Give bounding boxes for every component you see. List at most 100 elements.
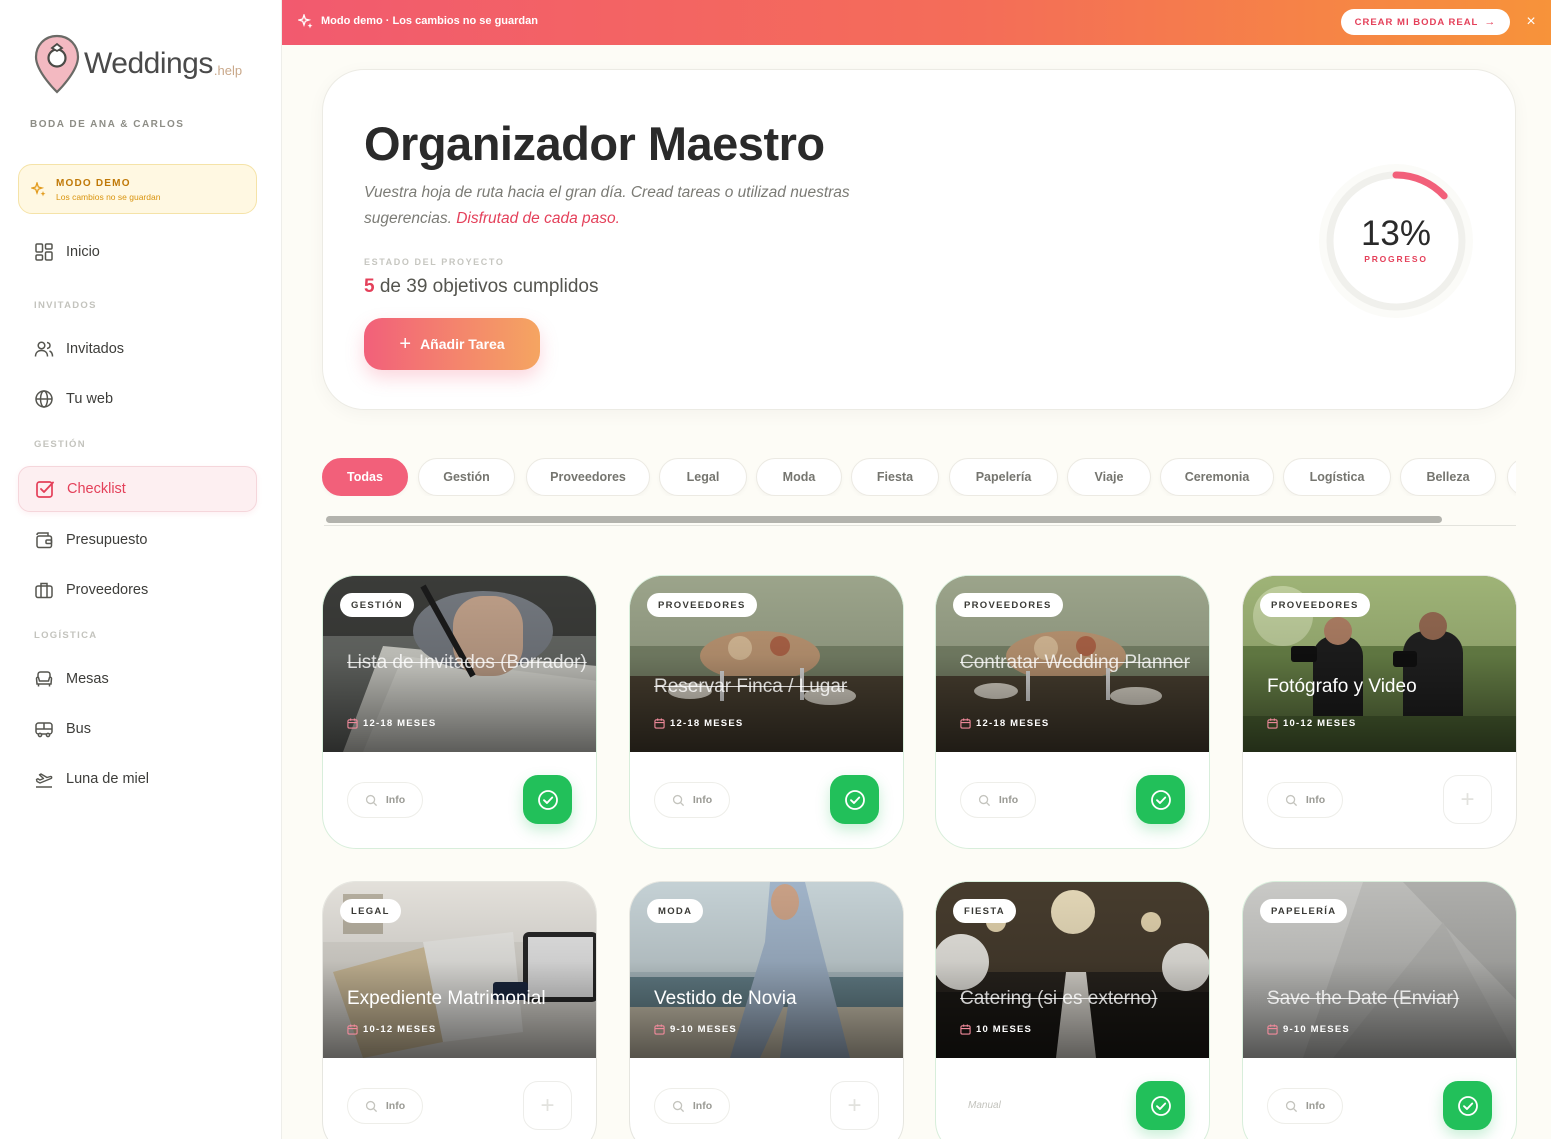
complete-toggle-button[interactable]: + xyxy=(1443,775,1492,824)
task-card[interactable]: FIESTA Catering (si es externo) 10 MESES… xyxy=(935,881,1210,1139)
task-timeframe: 10 MESES xyxy=(960,1024,1032,1035)
close-icon[interactable]: × xyxy=(1521,12,1541,32)
timeframe-label: 9-10 MESES xyxy=(1283,1024,1350,1035)
complete-toggle-button[interactable] xyxy=(523,775,572,824)
filter-chip[interactable]: Fiesta xyxy=(851,458,939,496)
progress-ring: 13% PROGRESO xyxy=(1317,162,1475,320)
filter-chip[interactable]: Todas xyxy=(322,458,408,496)
timeframe-label: 10-12 MESES xyxy=(1283,718,1357,729)
plane-takeoff-icon xyxy=(35,773,53,788)
filter-chip[interactable]: Belleza xyxy=(1400,458,1496,496)
info-label: Info xyxy=(1305,1100,1326,1112)
task-card[interactable]: LEGAL Expediente Matrimonial 10-12 MESES… xyxy=(322,881,597,1139)
timeframe-label: 12-18 MESES xyxy=(670,718,744,729)
sidebar-item-label: Invitados xyxy=(66,341,125,357)
page-title: Organizador Maestro xyxy=(364,117,825,170)
filter-chip[interactable]: Moda xyxy=(756,458,842,496)
task-card[interactable]: PROVEEDORES Fotógrafo y Video 10-12 MESE… xyxy=(1242,575,1517,849)
sidebar-item-bus[interactable]: Bus xyxy=(18,706,257,752)
project-state: 5 de 39 objetivos cumplidos xyxy=(364,276,599,298)
filter-chip[interactable]: Ceremonia xyxy=(1160,458,1274,496)
scrollbar-thumb[interactable] xyxy=(326,516,1442,523)
filters-scrollbar[interactable] xyxy=(324,514,1516,526)
task-timeframe: 12-18 MESES xyxy=(960,718,1049,729)
search-icon xyxy=(1285,794,1297,806)
filter-chip[interactable]: Proveedores xyxy=(526,458,650,496)
category-badge: FIESTA xyxy=(953,899,1016,923)
task-card[interactable]: MODA Vestido de Novia 9-10 MESES Info + xyxy=(629,881,904,1139)
sidebar-item-checklist[interactable]: Checklist xyxy=(18,466,257,512)
task-card[interactable]: PROVEEDORES Contratar Wedding Planner 12… xyxy=(935,575,1210,849)
search-icon xyxy=(1285,1100,1297,1112)
brand-logo[interactable]: Weddings .help xyxy=(34,34,242,94)
sidebar-item-label: Proveedores xyxy=(66,582,149,598)
progress-value: 13% xyxy=(1360,214,1432,253)
timeframe-label: 12-18 MESES xyxy=(976,718,1050,729)
timeframe-label: 10-12 MESES xyxy=(363,1024,437,1035)
category-badge: MODA xyxy=(647,899,704,923)
filter-chip[interactable]: Logística xyxy=(1283,458,1391,496)
create-real-wedding-button[interactable]: CREAR MI BODA REAL → xyxy=(1341,9,1510,35)
info-button[interactable]: Info xyxy=(347,782,423,818)
sidebar-item-guests[interactable]: Invitados xyxy=(18,326,257,372)
calendar-icon xyxy=(347,718,358,729)
hero-card: Organizador Maestro Vuestra hoja de ruta… xyxy=(322,69,1516,410)
complete-toggle-button[interactable] xyxy=(1443,1081,1492,1130)
checklist-icon xyxy=(36,481,54,498)
demo-mode-title: MODO DEMO xyxy=(56,178,131,189)
demo-banner: Modo demo · Los cambios no se guardan CR… xyxy=(282,0,1551,45)
users-icon xyxy=(34,341,54,357)
sidebar-item-home[interactable]: Inicio xyxy=(18,229,257,275)
info-label: Info xyxy=(1305,794,1326,806)
complete-toggle-button[interactable] xyxy=(1136,1081,1185,1130)
task-timeframe: 9-10 MESES xyxy=(654,1024,737,1035)
complete-toggle-button[interactable]: + xyxy=(830,1081,879,1130)
section-label-management: GESTIÓN xyxy=(34,439,86,450)
description-highlight: Disfrutad de cada paso. xyxy=(456,210,620,227)
add-task-button[interactable]: + Añadir Tarea xyxy=(364,318,540,370)
sidebar-item-budget[interactable]: Presupuesto xyxy=(18,517,257,563)
task-card[interactable]: PAPELERÍA Save the Date (Enviar) 9-10 ME… xyxy=(1242,881,1517,1139)
task-card[interactable]: GESTIÓN Lista de Invitados (Borrador) 12… xyxy=(322,575,597,849)
sidebar-item-label: Luna de miel xyxy=(66,771,150,787)
info-button[interactable]: Info xyxy=(1267,782,1343,818)
complete-toggle-button[interactable] xyxy=(1136,775,1185,824)
task-card[interactable]: PROVEEDORES Reservar Finca / Lugar 12-18… xyxy=(629,575,904,849)
sidebar-item-vendors[interactable]: Proveedores xyxy=(18,567,257,613)
sidebar-item-honeymoon[interactable]: Luna de miel xyxy=(18,756,257,802)
category-badge: PROVEEDORES xyxy=(647,593,757,617)
sidebar-item-web[interactable]: Tu web xyxy=(18,376,257,422)
plus-icon: + xyxy=(1460,785,1475,813)
info-button[interactable]: Info xyxy=(960,782,1036,818)
sidebar-item-tables[interactable]: Mesas xyxy=(18,656,257,702)
briefcase-icon xyxy=(35,582,53,599)
filter-chip[interactable]: Papelería xyxy=(949,458,1058,496)
task-title: Expediente Matrimonial xyxy=(347,988,546,1009)
calendar-icon xyxy=(654,718,665,729)
demo-mode-notice: MODO DEMO Los cambios no se guardan xyxy=(18,164,257,214)
sofa-icon xyxy=(35,671,53,687)
sidebar: Weddings .help BODA DE ANA & CARLOS MODO… xyxy=(0,0,282,1139)
category-badge: PROVEEDORES xyxy=(953,593,1063,617)
info-button[interactable]: Info xyxy=(654,782,730,818)
info-button[interactable]: Info xyxy=(1267,1088,1343,1124)
filter-chip[interactable]: Gestión xyxy=(418,458,515,496)
check-circle-icon xyxy=(844,789,865,810)
task-title: Lista de Invitados (Borrador) xyxy=(347,652,587,673)
filter-chip[interactable]: Legal xyxy=(659,458,747,496)
brand-suffix: .help xyxy=(213,62,243,78)
filter-chip[interactable]: Viaje xyxy=(1067,458,1151,496)
info-button[interactable]: Info xyxy=(347,1088,423,1124)
category-filters: Todas Gestión Proveedores Legal Moda Fiesta Pa… xyxy=(322,458,1516,496)
demo-mode-subtitle: Los cambios no se guardan xyxy=(56,192,161,202)
timeframe-label: 9-10 MESES xyxy=(670,1024,737,1035)
task-timeframe: 10-12 MESES xyxy=(1267,718,1356,729)
couple-name: BODA DE ANA & CARLOS xyxy=(30,119,185,130)
filter-chip-overflow[interactable] xyxy=(1507,458,1516,496)
sidebar-item-label: Tu web xyxy=(66,391,114,407)
complete-toggle-button[interactable]: + xyxy=(523,1081,572,1130)
calendar-icon xyxy=(1267,718,1278,729)
complete-toggle-button[interactable] xyxy=(830,775,879,824)
globe-icon xyxy=(35,390,53,408)
info-button[interactable]: Info xyxy=(654,1088,730,1124)
